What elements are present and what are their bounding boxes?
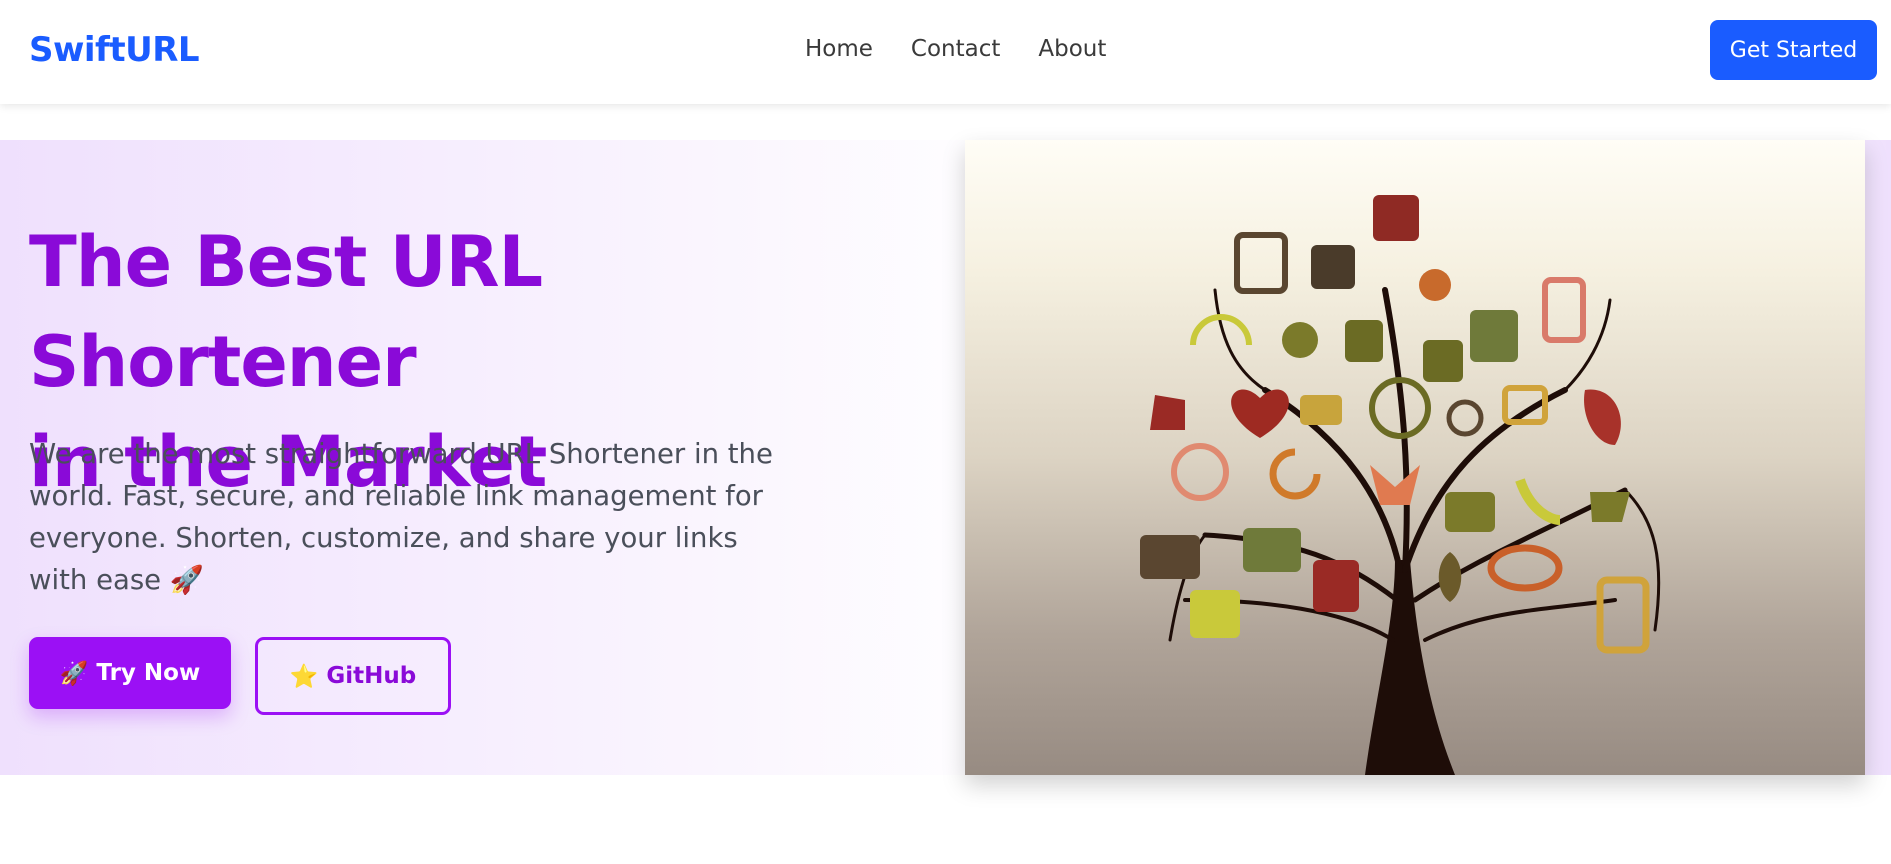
try-now-button[interactable]: 🚀 Try Now: [29, 637, 231, 709]
nav-link-about[interactable]: About: [1038, 36, 1106, 62]
rocket-icon: 🚀: [59, 660, 89, 687]
github-label: GitHub: [326, 663, 417, 689]
hero-description: We are the most straightforward URL Shor…: [29, 438, 773, 596]
hero-section: The Best URL Shortener in the Market We …: [0, 140, 1891, 775]
tree-branches: [1168, 287, 1661, 642]
github-button[interactable]: ⭐ GitHub: [255, 637, 451, 715]
try-now-label: Try Now: [96, 660, 201, 686]
get-started-button[interactable]: Get Started: [1710, 20, 1877, 80]
nav-links: Home Contact About: [805, 36, 1106, 62]
tree-icons: [1140, 195, 1650, 654]
nav-link-contact[interactable]: Contact: [911, 36, 1000, 62]
icon-tree-illustration: [1140, 195, 1661, 775]
hero-image: [965, 140, 1865, 775]
nav-link-home[interactable]: Home: [805, 36, 873, 62]
brand-logo[interactable]: SwiftURL: [29, 30, 200, 70]
tree-trunk: [1365, 560, 1455, 775]
hero-title-line-1: The Best URL Shortener: [29, 221, 543, 403]
navbar: SwiftURL Home Contact About Get Started: [0, 0, 1891, 104]
star-icon: ⭐: [289, 663, 319, 690]
